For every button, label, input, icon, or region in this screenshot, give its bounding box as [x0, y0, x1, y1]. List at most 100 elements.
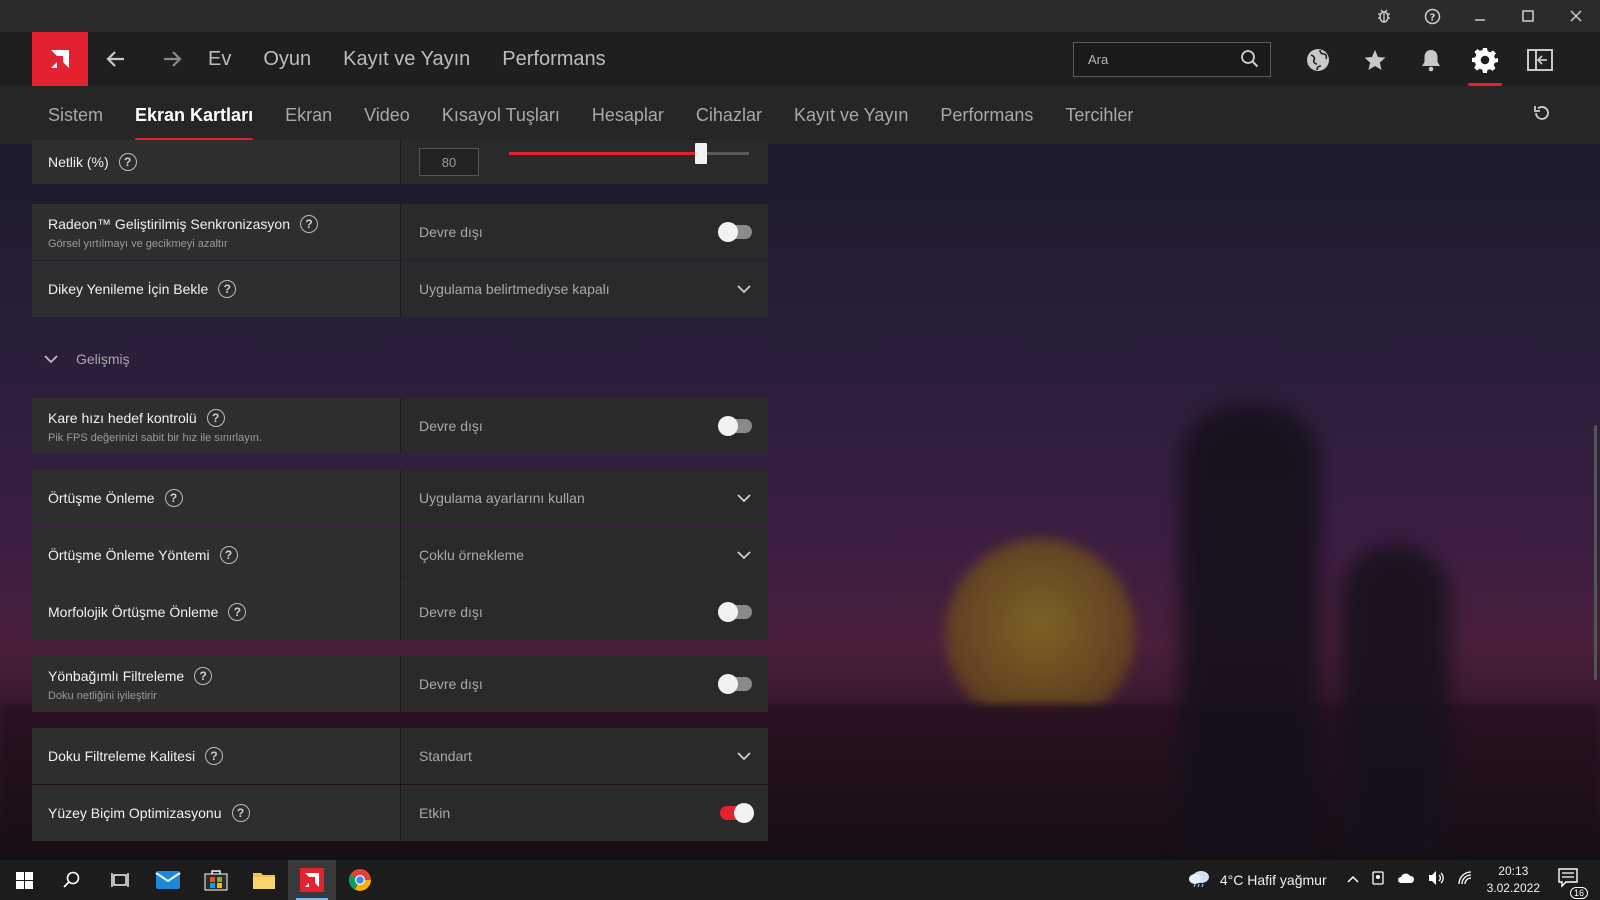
file-explorer-icon[interactable] — [240, 860, 288, 900]
tab-graphics[interactable]: Ekran Kartları — [135, 86, 254, 144]
advanced-section-toggle[interactable]: Gelişmiş — [44, 344, 344, 374]
setting-value: Devre dışı — [419, 224, 483, 240]
title-bar: ? — [0, 0, 1600, 32]
gear-icon[interactable] — [1465, 40, 1505, 80]
search-icon[interactable] — [1240, 49, 1260, 74]
task-view-icon[interactable] — [96, 860, 144, 900]
weather-text[interactable]: 4°C Hafif yağmur — [1220, 872, 1327, 888]
nav-home[interactable]: Ev — [208, 48, 231, 71]
meet-now-icon[interactable] — [1371, 870, 1385, 891]
tab-preferences[interactable]: Tercihler — [1065, 86, 1133, 144]
taskbar: 4°C Hafif yağmur 20:13 3.02.2022 16 — [0, 860, 1600, 900]
nav-performance[interactable]: Performans — [502, 48, 605, 71]
tab-display[interactable]: Ekran — [285, 86, 332, 144]
forward-arrow-icon[interactable] — [144, 32, 200, 86]
star-icon[interactable] — [1355, 40, 1395, 80]
network-icon[interactable] — [1457, 870, 1473, 891]
store-icon[interactable] — [192, 860, 240, 900]
toggle-knob — [718, 416, 738, 436]
slider-fill — [509, 152, 701, 155]
amd-software-taskbar-icon[interactable] — [288, 860, 336, 900]
background-silhouette — [1340, 544, 1450, 860]
windows-start-icon[interactable] — [0, 860, 48, 900]
help-icon[interactable]: ? — [300, 214, 318, 233]
tab-performance[interactable]: Performans — [940, 86, 1033, 144]
help-icon[interactable]: ? — [219, 546, 238, 564]
sharpness-slider[interactable] — [509, 143, 749, 164]
texture-quality-dropdown[interactable]: Standart — [400, 728, 768, 784]
setting-description: Pik FPS değerinizi sabit bir hız ile sın… — [48, 431, 262, 444]
setting-frame-rate-target: Kare hızı hedef kontrolü? Pik FPS değeri… — [32, 398, 768, 454]
morphological-aa-toggle[interactable] — [718, 602, 752, 622]
tab-accounts[interactable]: Hesaplar — [592, 86, 664, 144]
help-icon[interactable]: ? — [206, 408, 225, 427]
setting-value: Standart — [419, 748, 472, 764]
tab-video[interactable]: Video — [364, 86, 410, 144]
chrome-icon[interactable] — [336, 860, 384, 900]
setting-label: Netlik (%) — [48, 154, 109, 170]
setting-description: Doku netliğini iyileştirir — [48, 689, 157, 702]
search-box[interactable] — [1073, 42, 1271, 77]
help-icon[interactable]: ? — [205, 747, 224, 765]
setting-label: Morfolojik Örtüşme Önleme — [48, 604, 219, 620]
help-icon[interactable]: ? — [194, 666, 213, 685]
setting-label: Dikey Yenileme İçin Bekle — [48, 281, 209, 297]
nav-record-stream[interactable]: Kayıt ve Yayın — [343, 48, 470, 71]
volume-icon[interactable] — [1427, 870, 1445, 891]
setting-value: Uygulama belirtmediyse kapalı — [419, 281, 610, 297]
help-icon[interactable]: ? — [164, 489, 183, 507]
setting-value: Devre dışı — [419, 676, 483, 692]
weather-icon[interactable] — [1188, 869, 1212, 892]
help-icon[interactable]: ? — [231, 804, 250, 822]
onedrive-icon[interactable] — [1397, 871, 1415, 889]
search-input[interactable] — [1088, 52, 1228, 67]
notification-count: 16 — [1569, 886, 1588, 899]
tab-record-stream[interactable]: Kayıt ve Yayın — [794, 86, 908, 144]
anti-aliasing-dropdown[interactable]: Uygulama ayarlarını kullan — [400, 470, 768, 526]
setting-value: Çoklu örnekleme — [419, 547, 525, 563]
tab-devices[interactable]: Cihazlar — [696, 86, 762, 144]
help-icon[interactable]: ? — [118, 153, 137, 171]
setting-value: Uygulama ayarlarını kullan — [419, 490, 585, 506]
setting-vsync: Dikey Yenileme İçin Bekle? Uygulama beli… — [32, 261, 768, 317]
help-icon[interactable]: ? — [1408, 0, 1456, 32]
anisotropic-filtering-toggle[interactable] — [718, 674, 752, 694]
amd-logo-icon[interactable] — [32, 32, 88, 86]
back-arrow-icon[interactable] — [88, 32, 144, 86]
reset-icon[interactable] — [1532, 104, 1552, 129]
setting-anisotropic-filtering: Yönbağımlı Filtreleme? Doku netliğini iy… — [32, 656, 768, 712]
setting-label: Örtüşme Önleme — [48, 490, 155, 506]
help-icon[interactable]: ? — [218, 280, 237, 298]
frame-rate-target-toggle[interactable] — [718, 416, 752, 436]
setting-value: Devre dışı — [419, 604, 483, 620]
close-button[interactable] — [1552, 0, 1600, 32]
clock-time: 20:13 — [1498, 864, 1529, 878]
bell-icon[interactable] — [1411, 40, 1451, 80]
maximize-button[interactable] — [1504, 0, 1552, 32]
tab-system[interactable]: Sistem — [48, 86, 103, 144]
nav-gaming[interactable]: Oyun — [263, 48, 311, 71]
setting-label: Yönbağımlı Filtreleme — [48, 667, 185, 684]
tab-hotkeys[interactable]: Kısayol Tuşları — [442, 86, 560, 144]
globe-icon[interactable] — [1298, 40, 1338, 80]
vsync-dropdown[interactable]: Uygulama belirtmediyse kapalı — [400, 261, 768, 317]
notification-center-icon[interactable]: 16 — [1558, 867, 1588, 899]
minimize-button[interactable] — [1456, 0, 1504, 32]
chevron-up-icon[interactable] — [1347, 871, 1359, 889]
setting-label: Örtüşme Önleme Yöntemi — [48, 547, 210, 563]
help-icon[interactable]: ? — [228, 603, 247, 621]
setting-sharpness: Netlik (%)? 80 — [32, 140, 768, 184]
chevron-down-icon — [737, 752, 751, 761]
scrollbar[interactable] — [1594, 425, 1597, 680]
slider-thumb[interactable] — [695, 143, 707, 164]
enhanced-sync-toggle[interactable] — [718, 222, 752, 242]
search-icon[interactable] — [48, 860, 96, 900]
clock[interactable]: 20:13 3.02.2022 — [1487, 863, 1540, 897]
toggle-knob — [718, 602, 738, 622]
anti-aliasing-method-dropdown[interactable]: Çoklu örnekleme — [400, 527, 768, 583]
sharpness-value-input[interactable]: 80 — [419, 148, 479, 176]
mail-icon[interactable] — [144, 860, 192, 900]
bug-report-icon[interactable] — [1360, 0, 1408, 32]
sidebar-toggle-icon[interactable] — [1520, 40, 1560, 80]
surface-format-toggle[interactable] — [720, 803, 754, 823]
